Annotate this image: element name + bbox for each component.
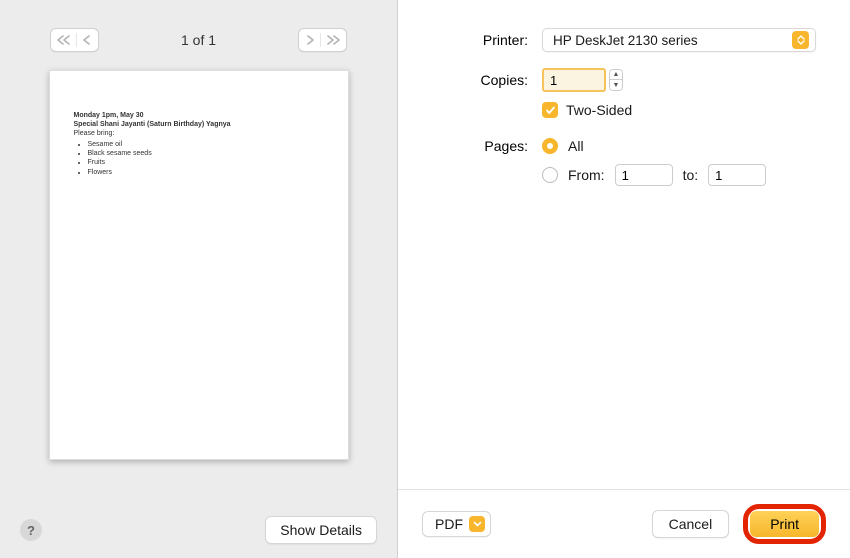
- pages-all-label: All: [568, 138, 584, 154]
- stepper-down-icon: ▼: [610, 80, 622, 90]
- check-icon: [545, 105, 556, 116]
- show-details-button[interactable]: Show Details: [265, 516, 377, 544]
- select-arrows-icon: [792, 31, 809, 49]
- doc-line-3: Please bring:: [74, 129, 324, 138]
- left-footer: ? Show Details: [20, 504, 377, 544]
- doc-list-item: Black sesame seeds: [88, 149, 324, 158]
- two-sided-row: Two-Sided: [542, 102, 816, 118]
- page-nav-row: 1 of 1: [20, 20, 377, 66]
- pages-to-label: to:: [683, 167, 699, 183]
- preview-panel: 1 of 1 Monday 1pm, May 30 Special Shani …: [0, 0, 398, 558]
- pages-to-input[interactable]: [708, 164, 766, 186]
- page-nav-prev-group[interactable]: [50, 28, 99, 52]
- pdf-menu-button[interactable]: PDF: [422, 511, 491, 537]
- doc-line-2: Special Shani Jayanti (Saturn Birthday) …: [74, 120, 324, 129]
- printer-value: HP DeskJet 2130 series: [553, 33, 698, 48]
- print-button-highlight: Print: [743, 504, 826, 544]
- preview-area: Monday 1pm, May 30 Special Shani Jayanti…: [20, 66, 377, 504]
- pages-from-input[interactable]: [615, 164, 673, 186]
- printer-select[interactable]: HP DeskJet 2130 series: [542, 28, 816, 52]
- last-page-icon: [326, 35, 340, 45]
- two-sided-label: Two-Sided: [566, 102, 632, 118]
- pdf-label: PDF: [435, 516, 463, 532]
- stepper-up-icon: ▲: [610, 70, 622, 80]
- pages-all-option: All: [542, 138, 584, 154]
- next-page-icon: [305, 35, 315, 45]
- chevron-down-icon: [469, 516, 485, 532]
- pages-range-radio[interactable]: [542, 167, 558, 183]
- page-indicator: 1 of 1: [181, 32, 216, 48]
- page-nav-next-group[interactable]: [298, 28, 347, 52]
- cancel-button[interactable]: Cancel: [652, 510, 730, 538]
- copies-row: Copies: ▲ ▼: [398, 68, 816, 92]
- copies-stepper[interactable]: ▲ ▼: [609, 69, 623, 91]
- print-label: Print: [770, 516, 799, 532]
- doc-line-1: Monday 1pm, May 30: [74, 111, 324, 120]
- copies-label: Copies:: [398, 72, 542, 88]
- help-button[interactable]: ?: [20, 519, 42, 541]
- copies-input[interactable]: [542, 68, 606, 92]
- pages-label: Pages:: [398, 138, 542, 154]
- print-form: Printer: HP DeskJet 2130 series Copies: …: [398, 0, 850, 206]
- help-icon: ?: [27, 523, 35, 538]
- first-page-icon: [57, 35, 71, 45]
- doc-list: Sesame oil Black sesame seeds Fruits Flo…: [88, 140, 324, 176]
- options-panel: Printer: HP DeskJet 2130 series Copies: …: [398, 0, 850, 558]
- print-button[interactable]: Print: [750, 511, 819, 537]
- doc-list-item: Flowers: [88, 168, 324, 177]
- pages-from-label: From:: [568, 167, 605, 183]
- page-preview: Monday 1pm, May 30 Special Shani Jayanti…: [49, 70, 349, 460]
- doc-list-item: Fruits: [88, 158, 324, 167]
- pages-row: Pages: All: [398, 138, 816, 154]
- doc-list-item: Sesame oil: [88, 140, 324, 149]
- cancel-label: Cancel: [669, 516, 713, 532]
- two-sided-checkbox[interactable]: [542, 102, 558, 118]
- printer-label: Printer:: [398, 32, 542, 48]
- prev-page-icon: [82, 35, 92, 45]
- show-details-label: Show Details: [280, 522, 362, 538]
- printer-row: Printer: HP DeskJet 2130 series: [398, 28, 816, 52]
- pages-all-radio[interactable]: [542, 138, 558, 154]
- pages-range-option: From: to:: [542, 164, 816, 186]
- right-footer: PDF Cancel Print: [398, 489, 850, 558]
